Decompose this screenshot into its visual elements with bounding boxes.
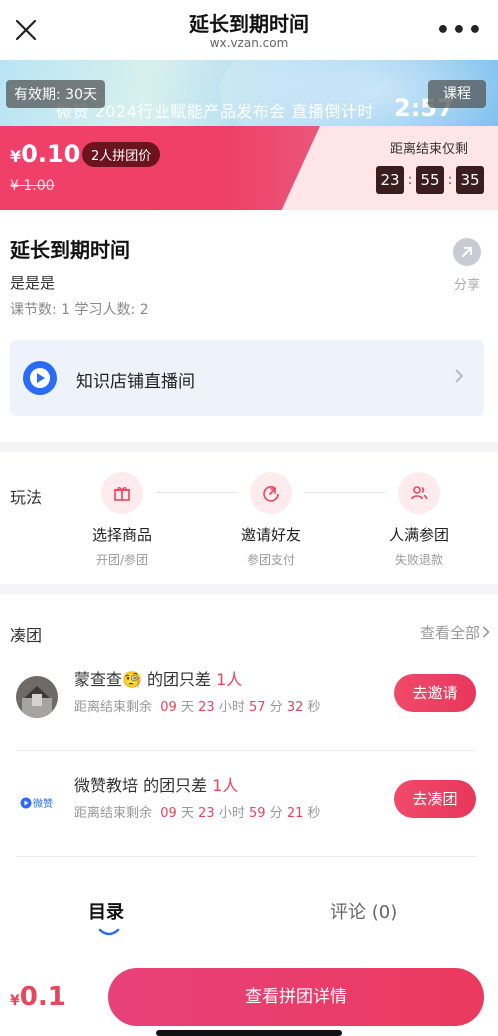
timer-hours: 23	[376, 166, 404, 194]
original-price: ¥ 1.00	[10, 178, 55, 194]
remain-minutes: 59	[248, 806, 266, 821]
group-price: ¥0.10	[10, 140, 80, 168]
unit-hour: 小时	[218, 806, 245, 821]
avatar: 微赞	[16, 782, 58, 824]
tab-active-indicator	[98, 928, 120, 936]
share-label: 分享	[453, 278, 480, 293]
unit-hour: 小时	[218, 700, 245, 715]
rule-title: 选择商品	[91, 526, 152, 544]
unit-sec: 秒	[307, 806, 321, 821]
group-section-title: 凑团	[10, 626, 43, 645]
rule-desc: 失败退款	[394, 553, 443, 567]
bottom-price-amount: 0.1	[19, 982, 66, 1012]
group-need-text: 的团只差	[138, 776, 213, 795]
more-menu-button[interactable]: •••	[436, 18, 484, 43]
remain-hours: 23	[198, 806, 215, 821]
group-item: 蒙查查🧐 的团只差 1人 距离结束剩余 09 天 23 小时 57 分 32 秒…	[16, 646, 482, 752]
remain-minutes: 57	[248, 700, 266, 715]
remain-prefix: 距离结束剩余	[74, 806, 153, 821]
rule-title: 邀请好友	[240, 526, 301, 544]
price-amount: 0.10	[21, 140, 81, 168]
gift-icon	[101, 472, 143, 514]
view-group-details-button[interactable]: 查看拼团详情	[108, 968, 484, 1026]
item-divider	[16, 856, 476, 857]
view-all-link[interactable]: 查看全部	[420, 622, 480, 643]
timer-separator: :	[407, 172, 413, 188]
top-navbar: 延长到期时间 wx.vzan.com •••	[0, 0, 498, 60]
remain-hours: 23	[198, 700, 215, 715]
tab-reviews[interactable]: 评论 (0)	[330, 898, 397, 924]
timer-label: 距离结束仅剩	[390, 142, 469, 157]
page-url: wx.vzan.com	[209, 36, 289, 50]
group-leader-name: 蒙查查	[74, 670, 123, 689]
remain-days: 09	[160, 700, 177, 715]
price-strip: ¥0.10 2人拼团价 ¥ 1.00 距离结束仅剩 23 : 55 : 35	[0, 126, 498, 210]
timer-separator: :	[447, 172, 453, 188]
course-title: 延长到期时间	[10, 238, 130, 262]
unit-day: 天	[180, 700, 194, 715]
tab-catalog[interactable]: 目录	[88, 898, 124, 924]
group-item: 微赞 微赞教培 的团只差 1人 距离结束剩余 09 天 23 小时 59 分 2…	[16, 752, 482, 858]
join-group-button[interactable]: 去凑团	[394, 780, 476, 818]
section-divider	[0, 442, 498, 452]
share-button[interactable]: 分享	[448, 238, 486, 293]
currency-symbol: ¥	[10, 993, 20, 1009]
chevron-right-icon	[482, 626, 490, 638]
invite-button[interactable]: 去邀请	[394, 674, 476, 712]
remain-prefix: 距离结束剩余	[74, 700, 153, 715]
shop-name: 知识店铺直播间	[76, 372, 195, 392]
unit-day: 天	[180, 806, 194, 821]
group-leader-line: 微赞教培 的团只差 1人	[74, 772, 238, 796]
group-leader-line: 蒙查查🧐 的团只差 1人	[74, 666, 242, 690]
unit-min: 分	[269, 700, 283, 715]
group-remaining-time: 距离结束剩余 09 天 23 小时 57 分 32 秒	[74, 696, 321, 715]
group-leader-name: 微赞教培	[74, 776, 139, 795]
currency-symbol: ¥	[10, 147, 22, 166]
group-price-tag: 2人拼团价	[82, 142, 161, 167]
avatar-text: 微赞	[33, 797, 53, 810]
chevron-right-icon	[455, 369, 464, 383]
rule-desc: 开团/参团	[95, 553, 149, 567]
validity-badge: 有效期: 30天	[6, 80, 105, 108]
home-indicator	[156, 1030, 342, 1036]
bottom-price: ¥0.1	[10, 982, 66, 1012]
unit-min: 分	[269, 806, 283, 821]
users-icon	[398, 472, 440, 514]
rule-step-select: 选择商品 开团/参团	[62, 472, 182, 568]
group-remaining-time: 距离结束剩余 09 天 23 小时 59 分 21 秒	[74, 802, 321, 821]
rule-step-invite: 邀请好友 参团支付	[211, 472, 331, 568]
timer-minutes: 55	[416, 166, 444, 194]
unit-sec: 秒	[307, 700, 321, 715]
course-stats: 课节数: 1 学习人数: 2	[10, 302, 149, 318]
live-room-logo-icon	[23, 361, 57, 395]
group-need-count: 1人	[216, 670, 243, 689]
rule-desc: 参团支付	[246, 553, 295, 567]
rule-step-full: 人满参团 失败退款	[359, 472, 479, 568]
group-need-text: 的团只差	[141, 670, 217, 689]
emoji: 🧐	[122, 670, 142, 689]
page-title: 延长到期时间	[189, 12, 309, 36]
group-need-count: 1人	[212, 776, 239, 795]
section-divider	[0, 584, 498, 594]
remain-days: 09	[160, 806, 177, 821]
share-icon	[453, 238, 481, 266]
timer-seconds: 35	[456, 166, 484, 194]
rules-label: 玩法	[10, 488, 43, 507]
course-subtitle: 是是是	[10, 274, 56, 292]
remain-seconds: 21	[286, 806, 304, 821]
countdown-timer: 23 : 55 : 35	[376, 166, 484, 194]
rule-title: 人满参团	[388, 526, 449, 544]
remain-seconds: 32	[286, 700, 304, 715]
price-panel	[0, 126, 320, 210]
share-arrow-icon	[250, 472, 292, 514]
shop-live-room-card[interactable]: 知识店铺直播间	[10, 340, 484, 416]
item-divider	[16, 750, 476, 751]
avatar	[16, 676, 58, 718]
course-type-badge: 课程	[428, 80, 486, 108]
